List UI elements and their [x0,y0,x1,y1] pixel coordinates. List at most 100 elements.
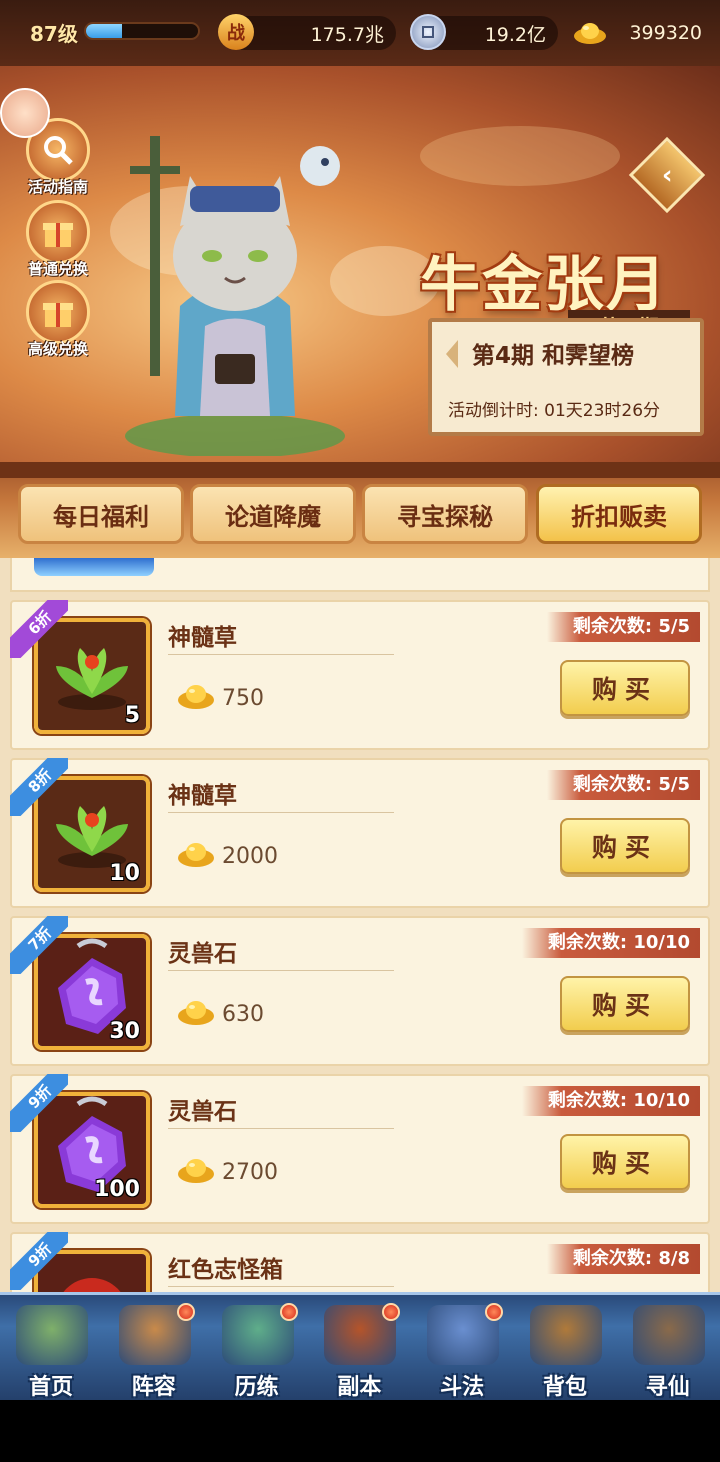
nav-item-training[interactable]: 历练 [206,1295,308,1403]
nav-label: 阵容 [131,1375,176,1400]
remaining-count: 剩余次数: 10/10 [521,928,700,958]
item-price: 630 [222,1002,264,1027]
period-label: 第4期 和霁望榜 [472,343,635,369]
tab-discount-sale[interactable]: 折扣贩卖 [536,484,702,544]
notification-dot [382,1303,401,1321]
power-display: 战 175.7兆 [218,14,396,50]
gold-ingot-icon [572,14,608,50]
item-quantity: 10 [109,861,140,886]
discount-badge: 7折 [10,916,68,974]
divider [168,812,394,813]
item-quantity: 5 [124,703,140,728]
nav-item-battle[interactable]: 斗法 [411,1295,513,1403]
side-button-guide[interactable]: 活动指南 [0,88,98,197]
item-name: 神髓草 [168,783,237,809]
side-button-label: 高级兑换 [27,340,88,358]
divider [168,1286,394,1287]
item-price: 2000 [222,844,278,869]
buy-button[interactable]: 购买 [560,976,690,1032]
item-name: 神髓草 [168,625,237,651]
tab-bar-trim [0,462,720,478]
item-price: 750 [222,686,264,711]
silver-value: 19.2亿 [484,23,546,46]
side-button-normal-exchange[interactable]: 普通兑换 [18,200,98,279]
side-button-advanced-exchange[interactable]: 高级兑换 [18,280,98,359]
player-level: 87级 [30,22,78,46]
gold-ingot-icon [178,685,214,709]
divider [168,1128,394,1129]
nav-label: 副本 [337,1375,382,1400]
item-name: 红色志怪箱 [168,1257,283,1283]
buy-button[interactable]: 购买 [560,660,690,716]
buy-button[interactable]: 购买 [560,818,690,874]
gold-value: 399320 [629,22,702,44]
side-button-label: 活动指南 [27,178,88,196]
buy-button[interactable]: 购买 [560,1134,690,1190]
silver-display: 19.2亿 [410,14,558,50]
xp-bar [84,22,200,40]
bag-icon [530,1305,602,1365]
nav-item-dungeon[interactable]: 副本 [308,1295,410,1403]
nav-label: 斗法 [440,1375,485,1400]
arrow-left-icon[interactable] [446,340,458,368]
remaining-count: 剩余次数: 8/8 [546,1244,700,1274]
discount-badge: 8折 [10,758,68,816]
nav-item-home[interactable]: 首页 [0,1295,102,1403]
discount-badge: 6折 [10,600,68,658]
discount-badge: 9折 [10,1074,68,1132]
gold-ingot-icon [178,1159,214,1183]
gold-ingot-icon [178,1001,214,1025]
notification-dot [485,1303,504,1321]
shop-list[interactable]: 5 6折 神髓草 750 购买 剩余次数: 5/5 10 8折 神髓草 2000 购买 剩余次数: 5… [0,558,720,1292]
item-name: 灵兽石 [168,1099,237,1125]
cat-character-illustration [125,136,345,456]
item-name: 灵兽石 [168,941,237,967]
tab-daily-welfare[interactable]: 每日福利 [18,484,184,544]
nav-label: 背包 [542,1375,587,1400]
discount-text: 6折 [10,600,68,658]
notification-dot [279,1303,298,1321]
gift-box-icon [26,280,90,344]
nav-label: 寻仙 [645,1375,690,1400]
avatar[interactable] [0,88,50,138]
item-quantity: 30 [109,1019,140,1044]
partial-list-item [10,558,710,592]
top-status-bar: 87级 战 175.7兆 19.2亿 399320 [0,0,720,66]
discount-text: 7折 [10,916,68,974]
tab-discuss-demon[interactable]: 论道降魔 [190,484,356,544]
seek-icon [632,1305,705,1365]
xp-bar-fill [86,24,122,38]
bottom-nav: 首页 阵容 历练 副本 斗法 背包 寻仙 [0,1292,720,1400]
nav-item-bag[interactable]: 背包 [514,1295,616,1403]
nav-label: 历练 [234,1375,279,1400]
chevron-left-icon: ‹ [661,160,673,190]
shop-item-card: 10 8折 神髓草 2000 购买 剩余次数: 5/5 [10,758,710,908]
gold-display: 399320 [574,16,714,50]
discount-text: 8折 [10,758,68,816]
gift-box-icon [26,200,90,264]
nav-label: 首页 [28,1375,73,1400]
nav-item-seek[interactable]: 寻仙 [617,1295,719,1403]
item-quantity: 100 [94,1177,140,1202]
shop-item-card: 9折 红色志怪箱 剩余次数: 8/8 [10,1232,710,1292]
shop-item-card: 100 9折 灵兽石 2700 购买 剩余次数: 10/10 [10,1074,710,1224]
discount-badge: 9折 [10,1232,68,1290]
remaining-count: 剩余次数: 5/5 [546,612,700,642]
remaining-count: 剩余次数: 10/10 [521,1086,700,1116]
side-button-label: 普通兑换 [27,260,88,278]
back-button[interactable]: ‹ [628,136,706,214]
tab-treasure-hunt[interactable]: 寻宝探秘 [362,484,528,544]
period-panel[interactable]: 第4期 和霁望榜 活动倒计时: 01天23时26分 [428,318,704,436]
countdown-text: 活动倒计时: 01天23时26分 [448,401,661,421]
notification-dot [176,1303,195,1321]
divider [168,970,394,971]
power-icon: 战 [218,14,254,50]
discount-text: 9折 [10,1074,68,1132]
nav-item-lineup[interactable]: 阵容 [103,1295,205,1403]
power-value: 175.7兆 [310,23,384,46]
shop-item-card: 5 6折 神髓草 750 购买 剩余次数: 5/5 [10,600,710,750]
discount-text: 9折 [10,1232,68,1290]
silver-coin-icon [410,14,446,50]
gold-ingot-icon [178,843,214,867]
remaining-count: 剩余次数: 5/5 [546,770,700,800]
